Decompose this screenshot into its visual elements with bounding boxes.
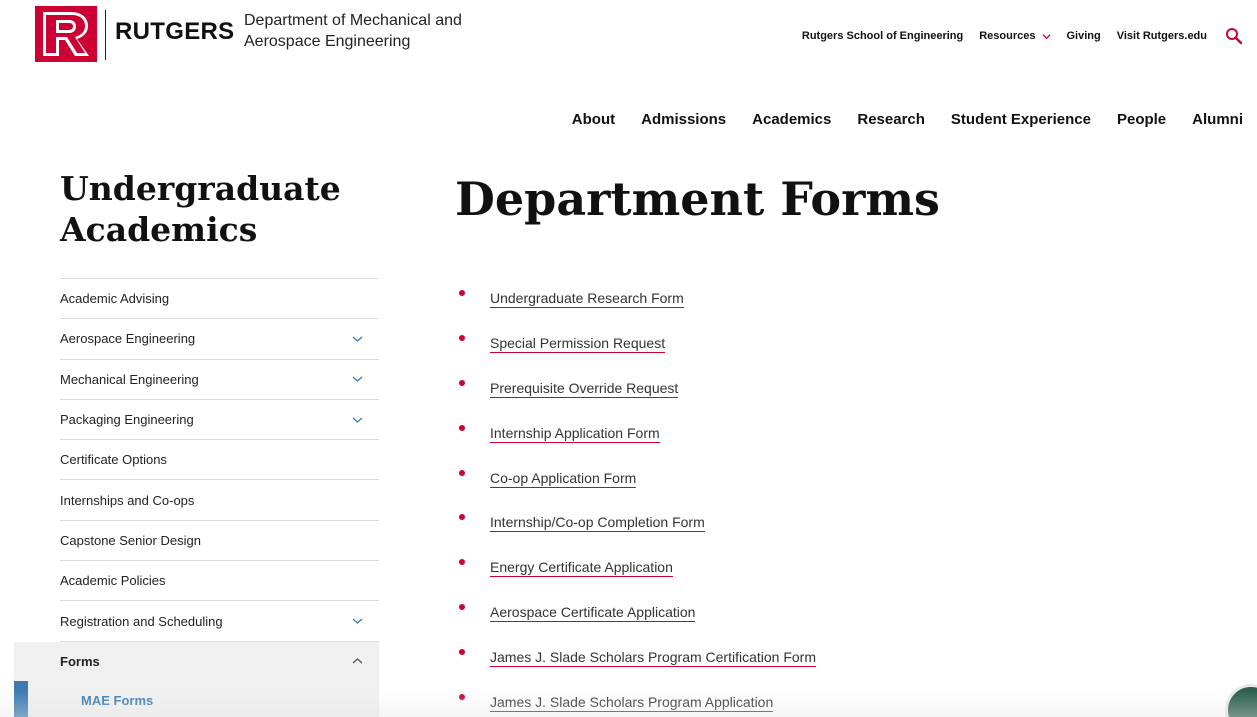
list-item: Aerospace Certificate Application (455, 600, 1155, 645)
bullet-icon (459, 334, 465, 341)
bullet-icon (459, 379, 465, 386)
sidebar-item-certificate-options[interactable]: Certificate Options (60, 440, 379, 481)
util-link-resources[interactable]: Resources (979, 30, 1051, 42)
nav-research[interactable]: Research (857, 111, 925, 128)
chevron-down-icon[interactable] (352, 374, 363, 384)
nav-about[interactable]: About (572, 111, 615, 128)
nav-student-experience[interactable]: Student Experience (951, 111, 1091, 128)
list-item: Special Permission Request (455, 331, 1155, 376)
search-icon[interactable] (1225, 27, 1243, 45)
chevron-up-icon[interactable] (352, 656, 363, 666)
site-header: RUTGERS Department of Mechanical and Aer… (0, 0, 1257, 80)
sidebar-item-academic-advising[interactable]: Academic Advising (60, 279, 379, 320)
department-name[interactable]: Department of Mechanical and Aerospace E… (244, 10, 484, 52)
sidebar-item-aerospace-engineering[interactable]: Aerospace Engineering (60, 319, 379, 360)
bullet-icon (459, 424, 465, 431)
utility-nav: Rutgers School of Engineering Resources … (802, 27, 1243, 45)
nav-admissions[interactable]: Admissions (641, 111, 726, 128)
sidebar-menu: Academic Advising Aerospace Engineering … (14, 278, 379, 682)
forms-list: Undergraduate Research Form Special Perm… (455, 286, 1155, 717)
list-item: Prerequisite Override Request (455, 376, 1155, 421)
bullet-icon (459, 514, 465, 521)
logo-divider (105, 10, 106, 60)
list-item: James J. Slade Scholars Program Applicat… (455, 690, 1155, 717)
bullet-icon (459, 559, 465, 566)
form-link[interactable]: Special Permission Request (490, 335, 666, 353)
sidebar-item-capstone-senior-design[interactable]: Capstone Senior Design (60, 521, 379, 562)
bullet-icon (459, 290, 465, 296)
chevron-down-icon[interactable] (352, 616, 363, 626)
list-item: Internship/Co-op Completion Form (455, 510, 1155, 555)
chat-widget-icon[interactable] (1225, 684, 1257, 717)
form-link[interactable]: Internship Application Form (490, 425, 660, 443)
nav-academics[interactable]: Academics (752, 111, 831, 128)
chevron-down-icon[interactable] (352, 334, 363, 344)
rutgers-wordmark[interactable]: RUTGERS (115, 18, 234, 46)
form-link[interactable]: Prerequisite Override Request (490, 380, 679, 398)
form-link[interactable]: Internship/Co-op Completion Form (490, 514, 705, 533)
form-link[interactable]: Undergraduate Research Form (490, 290, 684, 308)
bullet-icon (459, 604, 465, 611)
list-item: Energy Certificate Application (455, 555, 1155, 600)
bullet-icon (459, 469, 465, 476)
form-link[interactable]: Energy Certificate Application (490, 559, 673, 578)
list-item: James J. Slade Scholars Program Certific… (455, 645, 1155, 690)
page-title: Department Forms (455, 172, 940, 226)
form-link[interactable]: James J. Slade Scholars Program Certific… (490, 649, 816, 668)
nav-people[interactable]: People (1117, 111, 1166, 128)
sidebar-item-registration-scheduling[interactable]: Registration and Scheduling (60, 601, 379, 642)
form-link[interactable]: Aerospace Certificate Application (490, 604, 696, 623)
bullet-icon (459, 649, 465, 656)
rutgers-r-logo-icon[interactable] (35, 6, 97, 62)
chevron-down-icon (1041, 33, 1051, 39)
form-link[interactable]: James J. Slade Scholars Program Applicat… (490, 694, 774, 713)
sidebar-item-internships-coops[interactable]: Internships and Co-ops (60, 480, 379, 521)
list-item: Undergraduate Research Form (455, 286, 1155, 331)
sidebar-item-mechanical-engineering[interactable]: Mechanical Engineering (60, 360, 379, 400)
nav-alumni[interactable]: Alumni (1192, 111, 1243, 128)
chevron-down-icon[interactable] (352, 415, 363, 425)
main-nav: About Admissions Academics Research Stud… (572, 111, 1243, 128)
list-item: Co-op Application Form (455, 466, 1155, 511)
sidebar-item-academic-policies[interactable]: Academic Policies (60, 561, 379, 602)
sidebar-item-forms[interactable]: Forms (14, 641, 379, 682)
util-link-giving[interactable]: Giving (1067, 30, 1101, 42)
active-indicator (14, 681, 28, 717)
sidebar-subitem-mae-forms[interactable]: MAE Forms (14, 681, 379, 717)
bullet-icon (459, 694, 465, 701)
sidebar-item-packaging-engineering[interactable]: Packaging Engineering (60, 400, 379, 441)
sidebar-subitem-label: MAE Forms (81, 693, 154, 708)
list-item: Internship Application Form (455, 421, 1155, 466)
util-link-visit-rutgers[interactable]: Visit Rutgers.edu (1117, 30, 1207, 42)
form-link[interactable]: Co-op Application Form (490, 470, 637, 488)
util-link-school-of-engineering[interactable]: Rutgers School of Engineering (802, 30, 963, 42)
sidebar-title: Undergraduate Academics (60, 169, 341, 249)
